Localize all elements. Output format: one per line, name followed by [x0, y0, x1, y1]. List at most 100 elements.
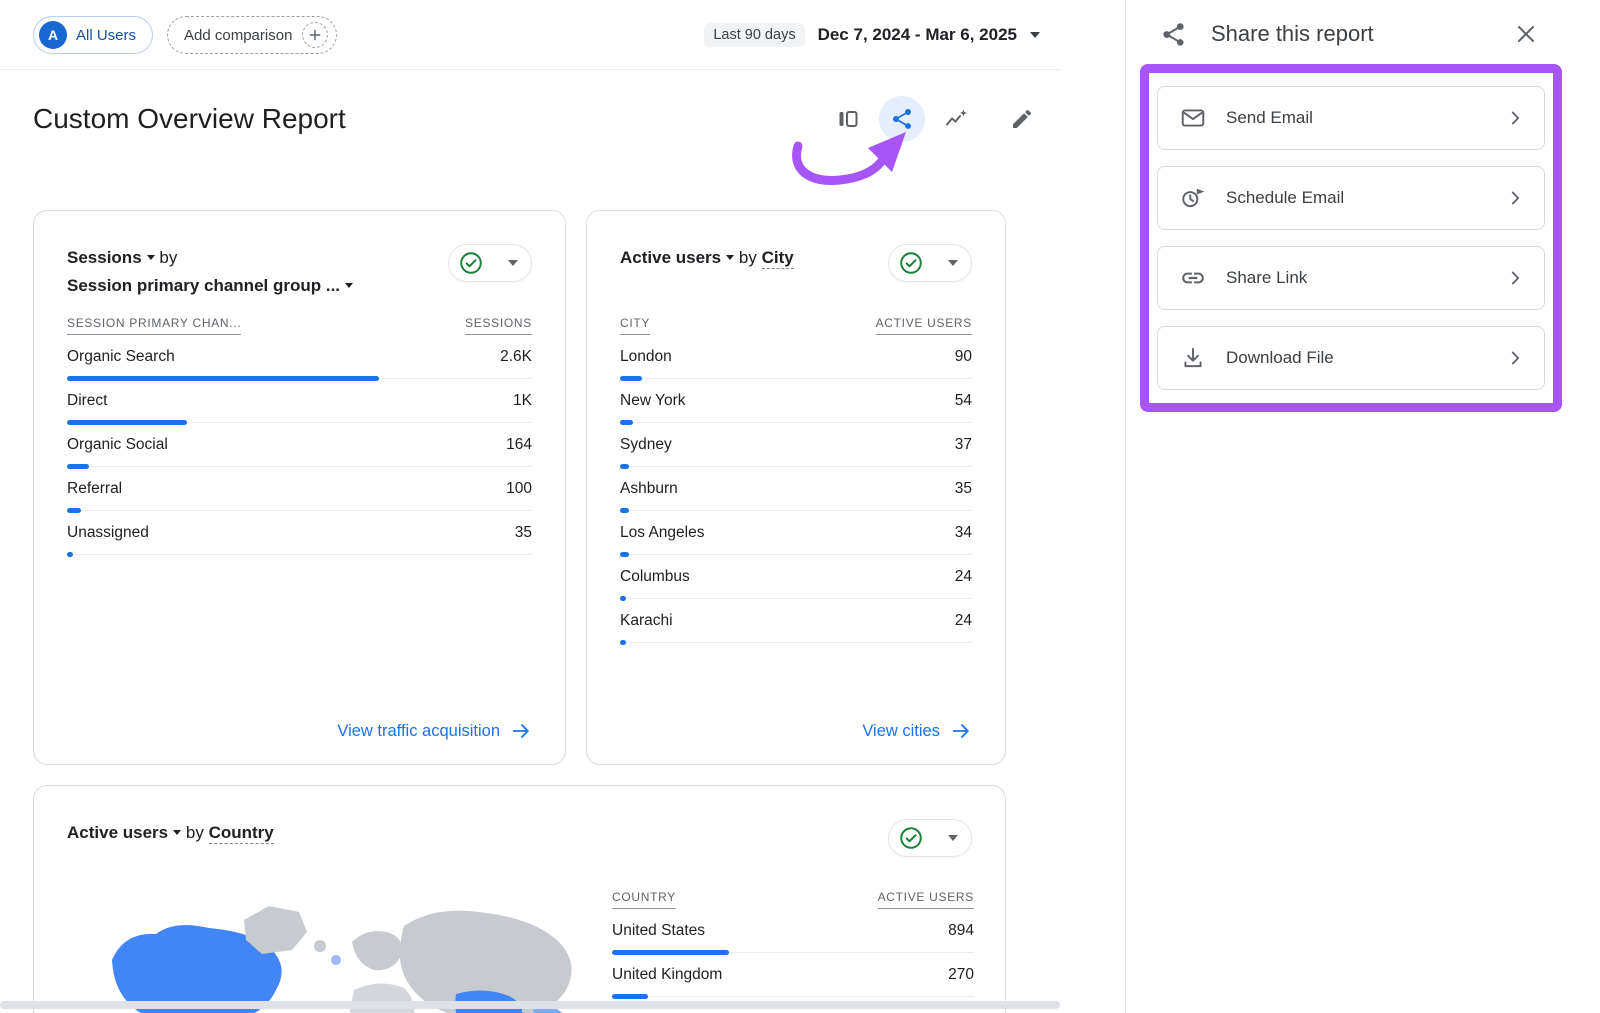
row-label: Organic Search — [67, 348, 175, 366]
share-panel: Share this report Send Email Schedule Em… — [1126, 0, 1600, 1013]
title-row: Custom Overview Report — [0, 70, 1125, 142]
row-value: 1K — [513, 392, 532, 410]
share-icon — [1160, 21, 1187, 48]
arrow-right-icon — [510, 720, 532, 742]
row-label: Karachi — [620, 612, 673, 630]
chevron-down-icon — [726, 255, 734, 260]
schedule-email-option[interactable]: Schedule Email — [1157, 166, 1545, 230]
metric-selector[interactable]: Active users — [67, 823, 168, 842]
download-file-option[interactable]: Download File — [1157, 326, 1545, 390]
share-link-option[interactable]: Share Link — [1157, 246, 1545, 310]
report-main: A All Users Add comparison Last 90 days … — [0, 0, 1126, 1013]
audience-pill-all-users[interactable]: A All Users — [33, 16, 153, 54]
table-header: CITY ACTIVE USERS — [620, 316, 972, 335]
column-header[interactable]: CITY — [620, 316, 650, 335]
edit-icon[interactable] — [999, 96, 1045, 142]
date-preset-badge: Last 90 days — [704, 23, 804, 47]
row-value: 54 — [955, 392, 972, 410]
arrow-right-icon — [950, 720, 972, 742]
data-quality-dropdown[interactable] — [448, 244, 532, 282]
link-label: View traffic acquisition — [337, 722, 500, 741]
dimension-selector[interactable]: City — [762, 248, 794, 269]
add-comparison-label: Add comparison — [184, 27, 292, 44]
table-row: New York 54 — [620, 379, 972, 423]
row-label: London — [620, 348, 672, 366]
send-email-option[interactable]: Send Email — [1157, 86, 1545, 150]
row-value: 90 — [955, 348, 972, 366]
by-text: by — [186, 823, 204, 842]
row-value: 24 — [955, 568, 972, 586]
add-comparison-button[interactable]: Add comparison — [167, 16, 337, 54]
by-text: by — [159, 248, 177, 267]
table-row: Organic Search 2.6K — [67, 335, 532, 379]
row-label: Referral — [67, 480, 122, 498]
horizontal-scrollbar[interactable] — [0, 1001, 1060, 1009]
row-value: 24 — [955, 612, 972, 630]
world-map — [104, 898, 584, 1013]
plus-icon — [302, 22, 328, 48]
table-row: Sydney 37 — [620, 423, 972, 467]
row-label: Organic Social — [67, 436, 168, 454]
metric-selector[interactable]: Active users — [620, 248, 721, 267]
close-icon[interactable] — [1512, 20, 1540, 48]
data-quality-dropdown[interactable] — [888, 819, 972, 857]
dimension-selector[interactable]: Session primary channel group ... — [67, 276, 340, 295]
row-label: Sydney — [620, 436, 672, 454]
column-header[interactable]: ACTIVE USERS — [878, 890, 974, 909]
date-range-picker[interactable]: Last 90 days Dec 7, 2024 - Mar 6, 2025 — [704, 23, 1040, 47]
topbar: A All Users Add comparison Last 90 days … — [0, 0, 1125, 70]
view-cities-link[interactable]: View cities — [862, 720, 972, 742]
row-label: New York — [620, 392, 685, 410]
row-value: 35 — [955, 480, 972, 498]
column-header[interactable]: COUNTRY — [612, 890, 676, 909]
table-row: Ashburn 35 — [620, 467, 972, 511]
view-traffic-acquisition-link[interactable]: View traffic acquisition — [337, 720, 532, 742]
row-value: 37 — [955, 436, 972, 454]
row-label: Columbus — [620, 568, 690, 586]
table-body: London 90 New York 54 Sydney 37 — [620, 335, 972, 643]
schedule-email-icon — [1180, 185, 1206, 211]
card-title: Active users by Country — [67, 819, 972, 875]
chevron-down-icon — [1030, 32, 1040, 38]
mail-icon — [1180, 105, 1206, 131]
column-header[interactable]: SESSION PRIMARY CHAN... — [67, 316, 241, 335]
check-circle-icon — [898, 825, 924, 851]
check-circle-icon — [898, 250, 924, 276]
row-label: United Kingdom — [612, 966, 722, 984]
column-header[interactable]: SESSIONS — [465, 316, 532, 335]
insights-icon[interactable] — [933, 96, 979, 142]
table-body: Organic Search 2.6K Direct 1K Organic So… — [67, 335, 532, 555]
row-label: Ashburn — [620, 480, 678, 498]
row-value: 164 — [506, 436, 532, 454]
dimension-selector[interactable]: Country — [209, 823, 274, 844]
table-row: Unassigned 35 — [67, 511, 532, 555]
by-text: by — [739, 248, 757, 267]
row-value: 100 — [506, 480, 532, 498]
share-icon[interactable] — [879, 96, 925, 142]
metric-selector[interactable]: Sessions — [67, 248, 142, 267]
cards-row: Sessions by Session primary channel grou… — [33, 210, 1125, 765]
cities-card: Active users by City CITY ACTIVE USERS L… — [586, 210, 1006, 765]
data-quality-dropdown[interactable] — [888, 244, 972, 282]
chevron-right-icon — [1504, 267, 1526, 289]
comparisons-icon[interactable] — [825, 96, 871, 142]
option-label: Share Link — [1226, 268, 1504, 288]
chevron-down-icon — [147, 255, 155, 260]
share-panel-title: Share this report — [1211, 21, 1374, 47]
row-bar — [620, 640, 626, 645]
date-range-text: Dec 7, 2024 - Mar 6, 2025 — [818, 25, 1017, 45]
chevron-right-icon — [1504, 107, 1526, 129]
row-label: Unassigned — [67, 524, 149, 542]
row-value: 894 — [948, 922, 974, 940]
row-label: United States — [612, 922, 705, 940]
table-row: Direct 1K — [67, 379, 532, 423]
table-row: Columbus 24 — [620, 555, 972, 599]
ga4-report-screen: A All Users Add comparison Last 90 days … — [0, 0, 1600, 1013]
column-header[interactable]: ACTIVE USERS — [876, 316, 972, 335]
row-label: Direct — [67, 392, 107, 410]
option-label: Send Email — [1226, 108, 1504, 128]
row-bar — [67, 552, 73, 557]
link-icon — [1180, 265, 1206, 291]
link-label: View cities — [862, 722, 940, 741]
chevron-down-icon — [173, 830, 181, 835]
